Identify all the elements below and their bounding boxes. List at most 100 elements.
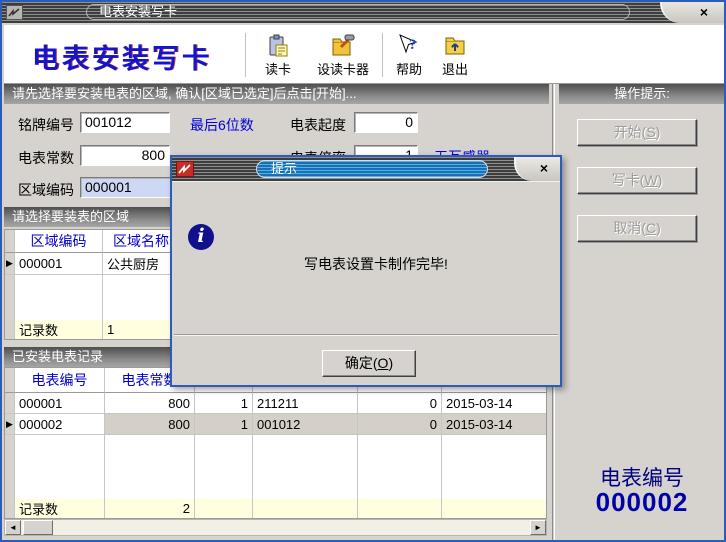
footer-cell <box>253 499 358 518</box>
empty-cell <box>15 275 103 320</box>
info-icon: i <box>188 224 214 250</box>
dialog-close-button[interactable]: × <box>536 160 552 176</box>
last6-hint: 最后6位数 <box>190 115 254 135</box>
meter-date-cell: 2015-03-14 <box>442 393 546 414</box>
row-marker-icon: ▶ <box>5 253 15 275</box>
window-title: 电表安装写卡 <box>86 4 630 20</box>
cancel-button-label: 取消( <box>613 220 646 236</box>
start-button[interactable]: 开始(S) <box>577 119 697 146</box>
meter-constant-cell: 800 <box>105 393 195 414</box>
help-button[interactable]: ? 帮助 <box>386 29 432 81</box>
start-button-label: 开始( <box>614 124 647 140</box>
meter-nameplate-cell: 001012 <box>253 414 358 435</box>
exit-icon <box>443 34 467 58</box>
start-reading-input[interactable]: 0 <box>354 112 418 133</box>
write-card-button-label-end: ) <box>658 172 663 188</box>
exit-label: 退出 <box>442 59 468 78</box>
constant-label: 电表常数 <box>18 148 74 168</box>
row-selector-cell <box>5 393 15 414</box>
cancel-button[interactable]: 取消(C) <box>577 215 697 242</box>
sidebar-header: 操作提示: <box>559 84 725 104</box>
empty-cell <box>442 435 546 499</box>
region-count-label: 记录数 <box>15 320 103 339</box>
meter-count-value: 2 <box>105 499 195 518</box>
table-row[interactable]: ▶ 000002 800 1 001012 0 2015-03-14 <box>5 414 546 435</box>
window-titlebar: 电表安装写卡 × <box>2 2 724 23</box>
meter-start-cell: 0 <box>358 393 442 414</box>
scroll-left-icon[interactable]: ◄ <box>5 520 21 535</box>
meter-number-cell: 000001 <box>15 393 105 414</box>
footer-selector-cell <box>5 499 15 518</box>
table-row[interactable]: 000001 800 1 211211 0 2015-03-14 <box>5 393 546 414</box>
read-card-button[interactable]: 读卡 <box>249 29 307 81</box>
setup-reader-label: 设读卡器 <box>317 59 369 78</box>
meter-multiplier-cell: 1 <box>195 414 253 435</box>
meter-number-value: 000002 <box>558 487 726 518</box>
empty-cell <box>5 275 15 320</box>
meter-count-label: 记录数 <box>15 499 105 518</box>
titlebar-corner: × <box>660 2 724 23</box>
write-card-button[interactable]: 写卡(W) <box>577 167 697 194</box>
nameplate-label: 铭牌编号 <box>18 115 74 135</box>
ok-hotkey: O <box>378 355 389 371</box>
dialog-titlebar: 提示 × <box>172 157 560 181</box>
cancel-hotkey: C <box>646 220 656 236</box>
write-card-button-label: 写卡( <box>612 172 645 188</box>
message-dialog: 提示 × i 写电表设置卡制作完毕! 确定(O) <box>170 155 562 387</box>
dialog-logo-icon <box>176 161 194 177</box>
constant-input[interactable]: 800 <box>80 145 170 166</box>
write-card-hotkey: W <box>644 172 657 188</box>
toolbar-separator <box>245 33 246 77</box>
read-card-label: 读卡 <box>265 59 291 78</box>
scroll-right-icon[interactable]: ► <box>530 520 546 535</box>
region-col-code[interactable]: 区域编码 <box>15 230 103 253</box>
ok-button-label-end: ) <box>388 355 393 371</box>
dialog-body: i 写电表设置卡制作完毕! 确定(O) <box>172 181 560 385</box>
cancel-button-label-end: ) <box>656 220 661 236</box>
empty-cell <box>358 435 442 499</box>
footer-cell <box>442 499 546 518</box>
meter-number-cell: 000002 <box>15 414 105 435</box>
region-code-cell: 000001 <box>15 253 103 275</box>
exit-button[interactable]: 退出 <box>432 29 478 81</box>
horizontal-scrollbar[interactable]: ◄ ► <box>4 519 547 536</box>
svg-text:?: ? <box>409 37 417 53</box>
dialog-separator <box>174 334 558 336</box>
dialog-title: 提示 <box>256 160 488 178</box>
setup-reader-button[interactable]: 设读卡器 <box>307 29 379 81</box>
empty-cell <box>15 435 105 499</box>
dialog-titlebar-corner: × <box>514 157 560 181</box>
meter-date-cell: 2015-03-14 <box>442 414 546 435</box>
meter-selector-header <box>5 368 15 393</box>
meter-nameplate-cell: 211211 <box>253 393 358 414</box>
row-marker-icon: ▶ <box>5 414 15 435</box>
footer-cell <box>358 499 442 518</box>
ok-button-label: 确定( <box>345 355 378 371</box>
help-label: 帮助 <box>396 59 422 78</box>
nameplate-input[interactable]: 001012 <box>80 112 170 133</box>
start-reading-label: 电表起度 <box>290 115 346 135</box>
meter-col-number[interactable]: 电表编号 <box>15 368 105 393</box>
region-selector-header <box>5 230 15 253</box>
scrollbar-thumb[interactable] <box>23 520 53 535</box>
meter-multiplier-cell: 1 <box>195 393 253 414</box>
page-title: 电表安装写卡 <box>32 37 212 76</box>
footer-cell <box>195 499 253 518</box>
window-close-button[interactable]: × <box>696 4 712 20</box>
meter-table: 电表编号 电表常数 000001 800 1 211211 0 2015-03-… <box>4 367 547 519</box>
help-icon: ? <box>397 34 421 58</box>
toolbar: 读卡 设读卡器 ? 帮助 退出 <box>242 29 478 81</box>
meter-constant-cell: 800 <box>105 414 195 435</box>
region-code-label: 区域编码 <box>18 180 74 200</box>
dialog-message: 写电表设置卡制作完毕! <box>304 254 448 274</box>
empty-cell <box>195 435 253 499</box>
start-button-label-end: ) <box>656 124 661 140</box>
start-hotkey: S <box>646 124 655 140</box>
meter-start-cell: 0 <box>358 414 442 435</box>
card-reader-icon <box>266 34 290 58</box>
empty-cell <box>5 435 15 499</box>
footer-selector-cell <box>5 320 15 339</box>
app-logo-icon <box>6 5 23 20</box>
empty-cell <box>105 435 195 499</box>
ok-button[interactable]: 确定(O) <box>322 350 416 377</box>
